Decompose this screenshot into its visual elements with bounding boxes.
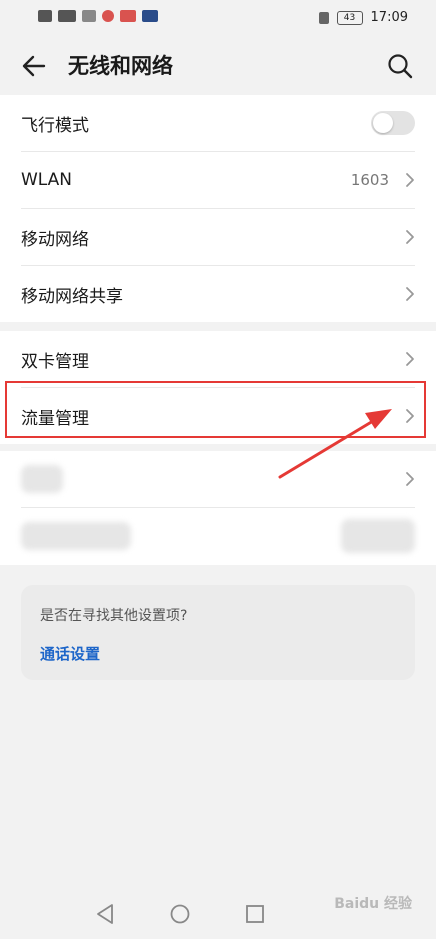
row-wlan[interactable]: WLAN 1603	[21, 152, 415, 209]
chevron-right-icon	[406, 352, 414, 366]
row-label: WLAN	[21, 170, 73, 190]
chevron-right-icon	[406, 287, 414, 301]
row-redacted[interactable]	[21, 508, 415, 564]
row-airplane-mode[interactable]: 飞行模式	[21, 95, 415, 152]
row-label: 双卡管理	[21, 351, 89, 372]
wlan-value: 1603	[350, 171, 389, 189]
status-bar: 43 17:09	[0, 0, 436, 36]
row-tethering[interactable]: 移动网络共享	[21, 266, 415, 322]
suggestion-card: 是否在寻找其他设置项? 通话设置	[21, 585, 415, 680]
app-header: 无线和网络	[0, 36, 436, 94]
nav-back-icon[interactable]	[97, 904, 113, 924]
settings-group-network: 飞行模式 WLAN 1603 移动网络 移动网络共享	[0, 95, 436, 322]
status-right: 43 17:09	[318, 10, 408, 25]
row-mobile-network[interactable]: 移动网络	[21, 209, 415, 266]
row-label: 移动网络	[21, 229, 89, 250]
vibrate-icon	[318, 11, 329, 24]
signal-icon	[58, 10, 76, 22]
battery-icon: 43	[336, 10, 363, 25]
chevron-right-icon	[406, 173, 414, 187]
app-notification-icon	[120, 10, 136, 22]
redacted-value	[341, 519, 415, 553]
chevron-right-icon	[406, 230, 414, 244]
search-icon[interactable]	[386, 52, 414, 80]
row-dual-sim[interactable]: 双卡管理	[21, 331, 415, 388]
nav-recents-icon[interactable]	[246, 905, 264, 923]
wifi-icon	[82, 10, 96, 22]
notification-icon	[102, 10, 114, 22]
highlight-box	[5, 381, 426, 438]
status-time: 17:09	[370, 10, 408, 25]
row-redacted[interactable]	[21, 451, 415, 508]
redacted-label	[21, 465, 63, 493]
hd-icon	[38, 10, 52, 22]
page-title: 无线和网络	[68, 54, 173, 78]
nav-home-icon[interactable]	[170, 904, 190, 924]
call-settings-link[interactable]: 通话设置	[40, 643, 100, 664]
back-arrow-icon[interactable]	[20, 52, 48, 80]
suggestion-question: 是否在寻找其他设置项?	[40, 608, 188, 624]
watermark: Baidu 经验	[334, 896, 412, 912]
chevron-right-icon	[406, 472, 414, 486]
airplane-mode-toggle[interactable]	[371, 111, 415, 135]
row-label: 飞行模式	[21, 115, 89, 136]
row-label: 移动网络共享	[21, 286, 123, 307]
status-left	[38, 10, 158, 22]
news-app-icon	[142, 10, 158, 22]
redacted-label	[21, 522, 131, 550]
settings-group-redacted	[0, 451, 436, 565]
